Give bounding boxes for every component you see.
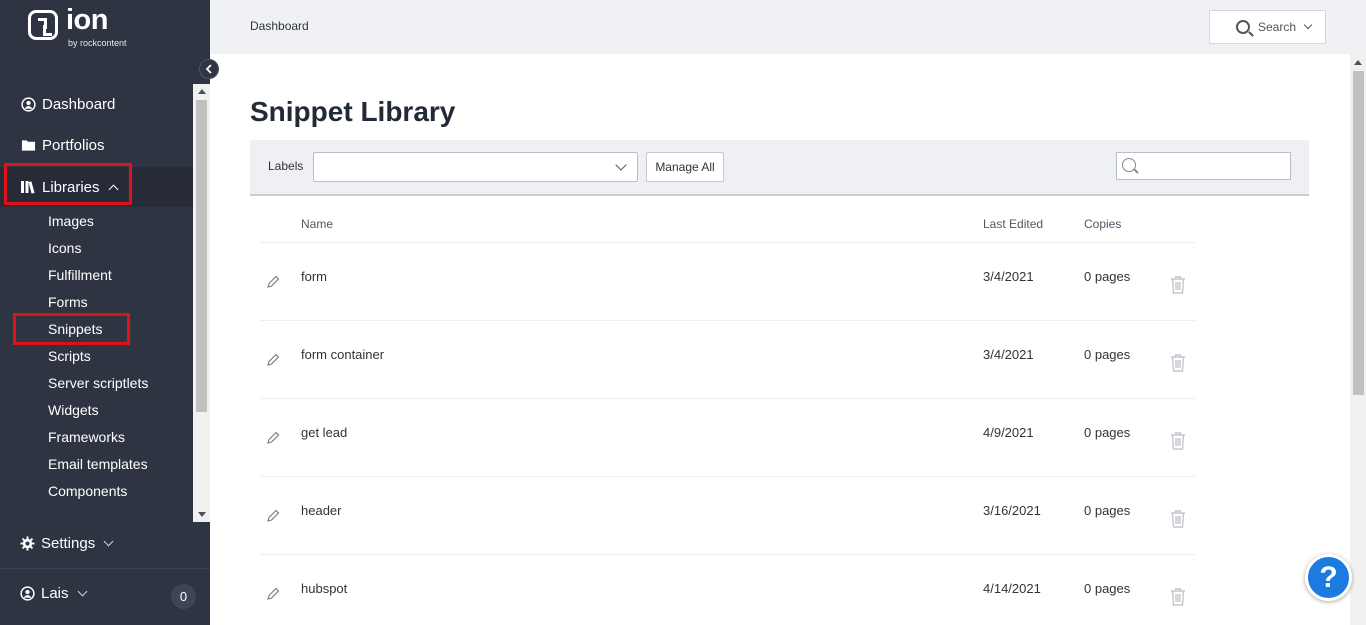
- pencil-icon[interactable]: [266, 275, 280, 289]
- breadcrumb[interactable]: Dashboard: [250, 19, 309, 33]
- gear-icon: [20, 535, 35, 551]
- snippet-search-input[interactable]: [1116, 152, 1291, 180]
- page-title: Snippet Library: [250, 96, 456, 127]
- chevron-down-icon: [77, 586, 87, 597]
- sidebar-subitem-images[interactable]: Images: [0, 208, 193, 235]
- table-row[interactable]: form 3/4/2021 0 pages: [260, 243, 1195, 321]
- brand-name: ion: [66, 4, 109, 36]
- filter-bar: Labels Manage All: [250, 140, 1309, 196]
- folder-icon: [20, 137, 36, 153]
- snippet-copies: 0 pages: [1084, 347, 1131, 362]
- column-header-copies[interactable]: Copies: [1084, 217, 1121, 231]
- search-label: Search: [1258, 20, 1297, 34]
- pencil-icon[interactable]: [266, 587, 280, 601]
- trash-icon[interactable]: [1169, 275, 1187, 295]
- main-content: Snippet Library Labels Manage All Name L…: [210, 54, 1350, 625]
- sidebar-item-dashboard[interactable]: Dashboard: [0, 84, 193, 124]
- trash-icon[interactable]: [1169, 587, 1187, 607]
- global-search-button[interactable]: Search: [1209, 10, 1326, 44]
- sidebar-item-settings[interactable]: Settings: [0, 522, 210, 564]
- sidebar-subitem-fulfillment[interactable]: Fulfillment: [0, 262, 193, 289]
- snippet-name[interactable]: hubspot: [301, 581, 347, 596]
- snippet-copies: 0 pages: [1084, 425, 1131, 440]
- sidebar-scroll-thumb[interactable]: [196, 100, 207, 412]
- snippet-last-edited: 3/4/2021: [983, 347, 1034, 362]
- sidebar-nav: Dashboard Portfolios Libraries Images Ic…: [0, 84, 193, 522]
- table-header: Name Last Edited Copies: [260, 204, 1195, 243]
- sidebar-subitem-scripts[interactable]: Scripts: [0, 343, 193, 370]
- labels-select[interactable]: [313, 152, 638, 182]
- scroll-up-arrow-icon[interactable]: [198, 89, 206, 94]
- pencil-icon[interactable]: [266, 431, 280, 445]
- snippet-name[interactable]: form: [301, 269, 327, 284]
- column-header-last-edited[interactable]: Last Edited: [983, 217, 1043, 231]
- table-row[interactable]: form container 3/4/2021 0 pages: [260, 321, 1195, 399]
- table-row[interactable]: get lead 4/9/2021 0 pages: [260, 399, 1195, 477]
- page-scrollbar[interactable]: [1350, 54, 1366, 625]
- sidebar-subitem-email-templates[interactable]: Email templates: [0, 451, 193, 478]
- ion-logo-icon: [28, 10, 58, 40]
- snippet-last-edited: 4/9/2021: [983, 425, 1034, 440]
- sidebar-subitem-components[interactable]: Components: [0, 478, 193, 505]
- table-row[interactable]: hubspot 4/14/2021 0 pages: [260, 555, 1195, 625]
- highlight-libraries: [4, 163, 132, 205]
- column-header-name[interactable]: Name: [301, 217, 333, 231]
- snippet-copies: 0 pages: [1084, 503, 1131, 518]
- sidebar-item-portfolios[interactable]: Portfolios: [0, 125, 193, 165]
- page-scroll-thumb[interactable]: [1353, 71, 1364, 395]
- user-menu[interactable]: Lais 0: [0, 568, 210, 618]
- chevron-down-icon: [1303, 20, 1313, 30]
- ion-logo[interactable]: ion by rockcontent: [26, 4, 146, 52]
- snippet-name[interactable]: form container: [301, 347, 384, 362]
- sidebar-subitem-server-scriptlets[interactable]: Server scriptlets: [0, 370, 193, 397]
- sidebar: ion by rockcontent Dashboard Portfolios …: [0, 0, 210, 625]
- manage-all-button[interactable]: Manage All: [646, 152, 724, 182]
- pencil-icon[interactable]: [266, 509, 280, 523]
- pencil-icon[interactable]: [266, 353, 280, 367]
- chevron-down-icon: [615, 159, 627, 171]
- highlight-snippets: [13, 313, 130, 345]
- snippet-name[interactable]: header: [301, 503, 341, 518]
- chevron-left-icon: [205, 64, 212, 74]
- search-icon: [1122, 158, 1136, 172]
- labels-label: Labels: [268, 159, 304, 173]
- snippet-last-edited: 3/4/2021: [983, 269, 1034, 284]
- user-name: Lais: [41, 585, 69, 602]
- chevron-down-icon: [103, 536, 114, 546]
- top-bar: Dashboard Search: [210, 0, 1366, 54]
- trash-icon[interactable]: [1169, 353, 1187, 373]
- scroll-up-arrow-icon[interactable]: [1354, 60, 1362, 65]
- snippet-table: Name Last Edited Copies form 3/4/2021 0 …: [260, 204, 1195, 625]
- notification-badge[interactable]: 0: [171, 584, 196, 609]
- snippet-name[interactable]: get lead: [301, 425, 347, 440]
- help-button[interactable]: ?: [1305, 554, 1352, 601]
- sidebar-subitem-widgets[interactable]: Widgets: [0, 397, 193, 424]
- sidebar-item-label: Portfolios: [42, 136, 105, 154]
- snippet-copies: 0 pages: [1084, 269, 1131, 284]
- libraries-submenu: Images Icons Fulfillment Forms Snippets …: [0, 208, 193, 505]
- trash-icon[interactable]: [1169, 431, 1187, 451]
- settings-label: Settings: [41, 534, 96, 552]
- sidebar-subitem-icons[interactable]: Icons: [0, 235, 193, 262]
- user-circle-icon: [20, 96, 36, 112]
- trash-icon[interactable]: [1169, 509, 1187, 529]
- table-row[interactable]: header 3/16/2021 0 pages: [260, 477, 1195, 555]
- collapse-sidebar-button[interactable]: [199, 59, 219, 79]
- snippet-copies: 0 pages: [1084, 581, 1131, 596]
- sidebar-subitem-forms[interactable]: Forms: [0, 289, 193, 316]
- scroll-down-arrow-icon[interactable]: [198, 512, 206, 517]
- snippet-last-edited: 3/16/2021: [983, 503, 1041, 518]
- brand-tagline: by rockcontent: [68, 38, 127, 48]
- user-circle-icon: [20, 586, 35, 601]
- sidebar-item-label: Dashboard: [42, 95, 116, 113]
- search-icon: [1236, 20, 1250, 34]
- sidebar-subitem-frameworks[interactable]: Frameworks: [0, 424, 193, 451]
- sidebar-scrollbar[interactable]: [193, 84, 210, 522]
- snippet-last-edited: 4/14/2021: [983, 581, 1041, 596]
